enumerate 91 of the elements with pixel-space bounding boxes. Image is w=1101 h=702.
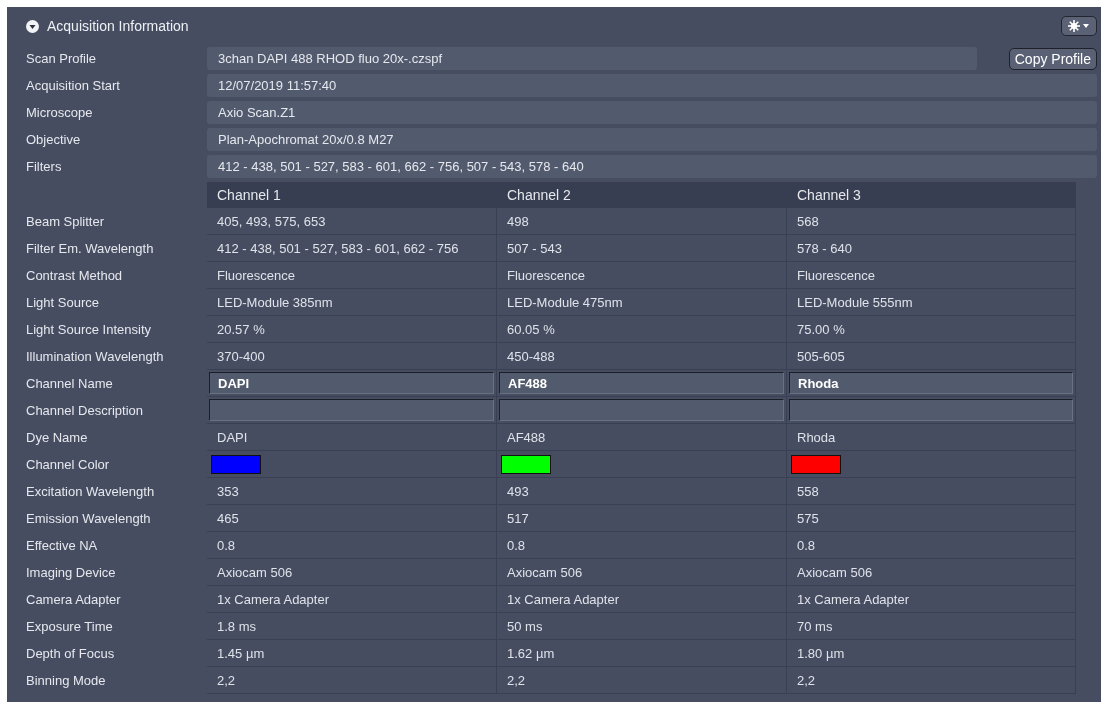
text-field[interactable]: AF488 xyxy=(499,372,784,394)
row-label: Dye Name xyxy=(26,429,89,447)
row-label: Contrast Method xyxy=(26,267,124,285)
table-cell: Rhoda xyxy=(787,424,1076,451)
table-cell: 575 xyxy=(787,505,1076,532)
table-cell: 0.8 xyxy=(497,532,787,559)
gear-icon xyxy=(1068,20,1080,32)
table-cell: Fluorescence xyxy=(787,262,1076,289)
caret-icon xyxy=(1083,24,1089,28)
field-label: Filters xyxy=(26,159,63,174)
table-cell: 405, 493, 575, 653 xyxy=(207,208,497,235)
table-cell: 0.8 xyxy=(207,532,497,559)
table-cell: 20.57 % xyxy=(207,316,497,343)
row-label: Camera Adapter xyxy=(26,591,122,609)
field-label: Acquisition Start xyxy=(26,78,121,93)
row-label: Channel Color xyxy=(26,456,111,474)
color-swatch[interactable] xyxy=(211,454,261,474)
table-cell: 60.05 % xyxy=(497,316,787,343)
column-header: Channel 2 xyxy=(497,182,787,208)
table-cell: 1.62 µm xyxy=(497,640,787,667)
color-swatch[interactable] xyxy=(791,454,841,474)
text-field[interactable] xyxy=(499,399,784,421)
table-cell: Axiocam 506 xyxy=(787,559,1076,586)
row-label: Channel Name xyxy=(26,375,114,393)
text-field[interactable]: Rhoda xyxy=(789,372,1073,394)
table-cell: 568 xyxy=(787,208,1076,235)
field-label: Objective xyxy=(26,132,82,147)
table-cell: 1x Camera Adapter xyxy=(787,586,1076,613)
row-label: Beam Splitter xyxy=(26,213,106,231)
row-label: Binning Mode xyxy=(26,672,107,690)
table-cell: 2,2 xyxy=(787,667,1076,694)
table-cell: 412 - 438, 501 - 527, 583 - 601, 662 - 756 xyxy=(207,235,497,262)
table-cell: LED-Module 385nm xyxy=(207,289,497,316)
field-value: 12/07/2019 11:57:40 xyxy=(207,74,1097,97)
table-cell: 505-605 xyxy=(787,343,1076,370)
table-cell: 0.8 xyxy=(787,532,1076,559)
section-header[interactable]: Acquisition Information xyxy=(26,18,189,34)
row-label: Channel Description xyxy=(26,402,145,420)
row-label: Exposure Time xyxy=(26,618,114,636)
table-cell: 50 ms xyxy=(497,613,787,640)
row-label: Light Source Intensity xyxy=(26,321,153,339)
table-cell: 1.80 µm xyxy=(787,640,1076,667)
field-value: 412 - 438, 501 - 527, 583 - 601, 662 - 756, 507 - 543, 578 - 640 xyxy=(207,155,1097,178)
row-label: Illumination Wavelength xyxy=(26,348,165,366)
settings-button[interactable] xyxy=(1061,16,1097,36)
column-header: Channel 3 xyxy=(787,182,1076,208)
color-swatch[interactable] xyxy=(501,454,551,474)
field-label: Microscope xyxy=(26,105,94,120)
table-cell: 70 ms xyxy=(787,613,1076,640)
table-cell: 1.8 ms xyxy=(207,613,497,640)
row-label: Imaging Device xyxy=(26,564,117,582)
table-cell: 578 - 640 xyxy=(787,235,1076,262)
table-cell: LED-Module 475nm xyxy=(497,289,787,316)
row-label: Light Source xyxy=(26,294,100,312)
row-label: Emission Wavelength xyxy=(26,510,152,528)
text-field[interactable]: DAPI xyxy=(209,372,494,394)
row-label: Depth of Focus xyxy=(26,645,116,663)
table-cell: 2,2 xyxy=(207,667,497,694)
table-cell: 498 xyxy=(497,208,787,235)
table-cell: Fluorescence xyxy=(207,262,497,289)
table-cell: DAPI xyxy=(207,424,497,451)
text-field[interactable] xyxy=(209,399,494,421)
text-field[interactable] xyxy=(789,399,1073,421)
table-cell: 2,2 xyxy=(497,667,787,694)
table-cell: 1x Camera Adapter xyxy=(497,586,787,613)
collapse-icon xyxy=(26,19,39,33)
table-cell: 370-400 xyxy=(207,343,497,370)
copy-profile-button[interactable]: Copy Profile xyxy=(1008,47,1097,70)
table-cell: LED-Module 555nm xyxy=(787,289,1076,316)
table-cell: Axiocam 506 xyxy=(207,559,497,586)
table-cell: 465 xyxy=(207,505,497,532)
table-cell: 517 xyxy=(497,505,787,532)
table-cell: Axiocam 506 xyxy=(497,559,787,586)
table-cell: 493 xyxy=(497,478,787,505)
table-cell: Fluorescence xyxy=(497,262,787,289)
field-value: 3chan DAPI 488 RHOD fluo 20x-.czspf xyxy=(207,47,977,70)
table-cell: 75.00 % xyxy=(787,316,1076,343)
column-header: Channel 1 xyxy=(207,182,497,208)
table-cell: 1x Camera Adapter xyxy=(207,586,497,613)
table-cell: 450-488 xyxy=(497,343,787,370)
table-cell: 507 - 543 xyxy=(497,235,787,262)
field-value: Plan-Apochromat 20x/0.8 M27 xyxy=(207,128,1097,151)
row-label: Filter Em. Wavelength xyxy=(26,240,155,258)
field-label: Scan Profile xyxy=(26,51,98,66)
table-cell: AF488 xyxy=(497,424,787,451)
field-value: Axio Scan.Z1 xyxy=(207,101,1097,124)
table-cell: 1.45 µm xyxy=(207,640,497,667)
table-cell: 353 xyxy=(207,478,497,505)
table-cell: 558 xyxy=(787,478,1076,505)
row-label: Effective NA xyxy=(26,537,99,555)
row-label: Excitation Wavelength xyxy=(26,483,156,501)
